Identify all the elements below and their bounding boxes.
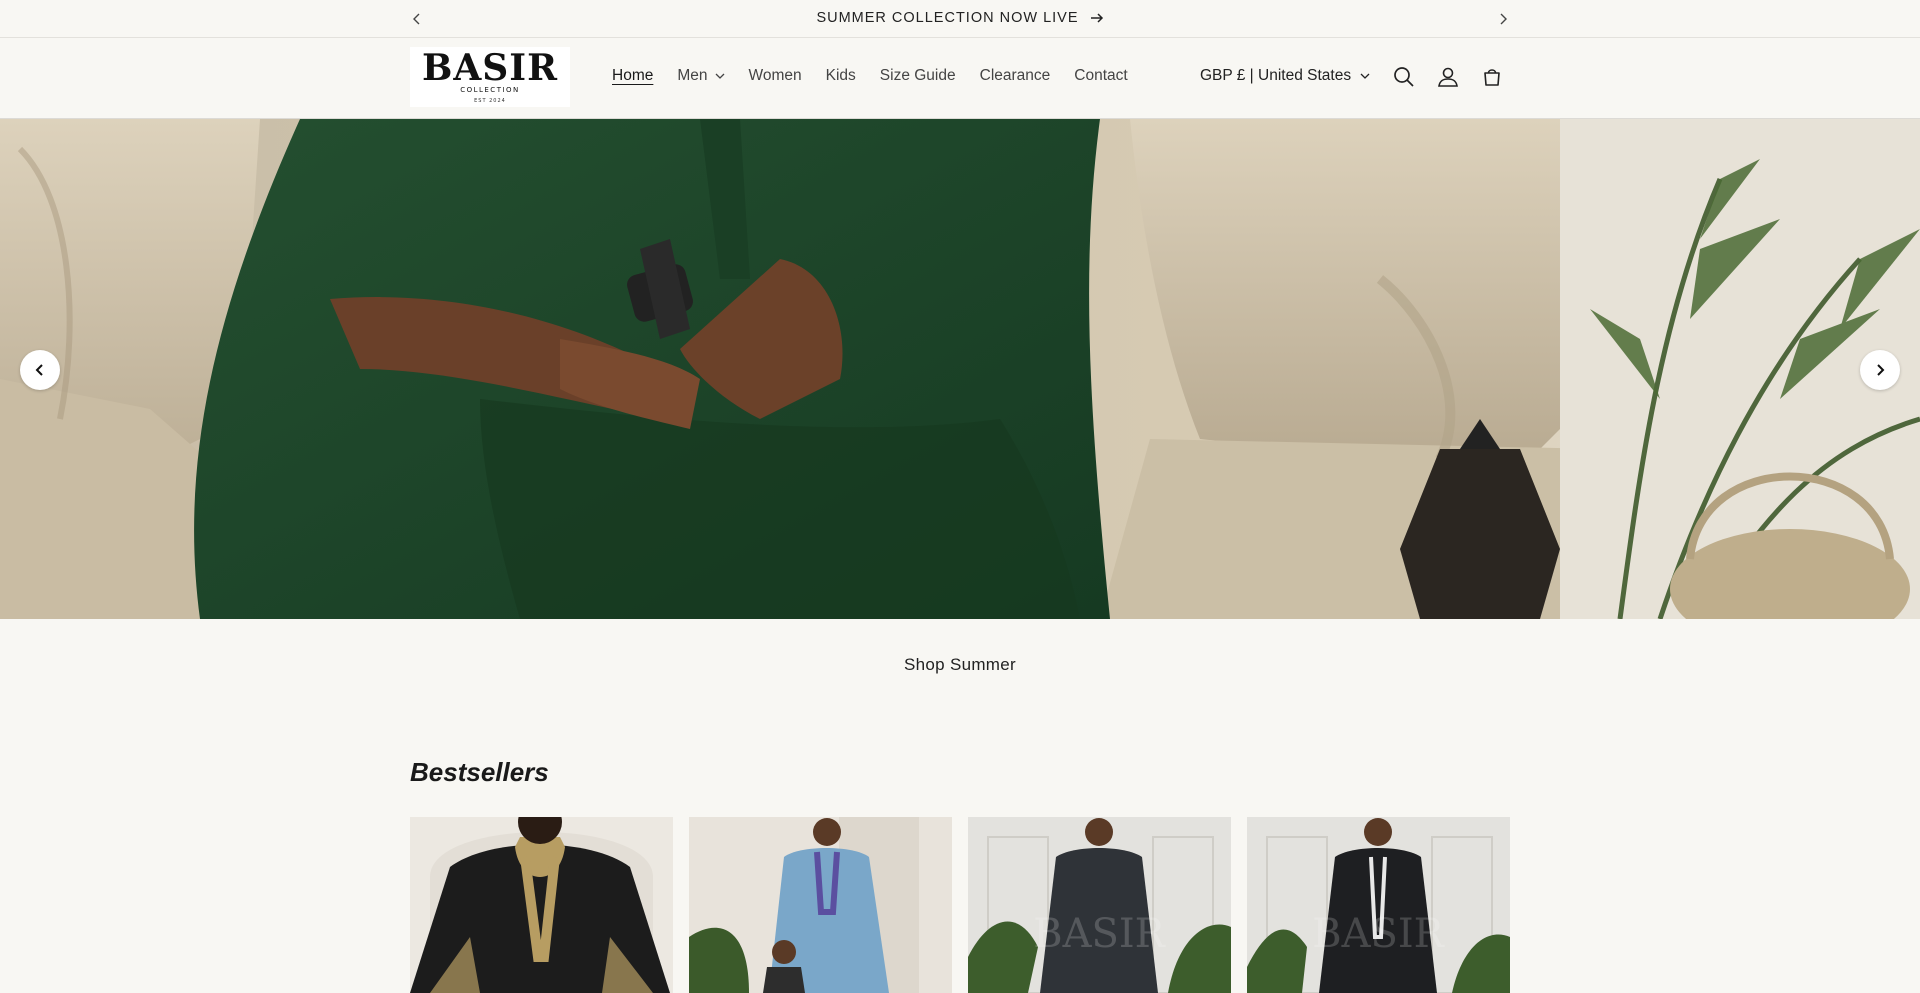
announcement-text: SUMMER COLLECTION NOW LIVE xyxy=(816,10,1079,27)
product-image xyxy=(689,817,952,993)
site-logo[interactable]: BASIR COLLECTION EST 2024 xyxy=(410,47,570,107)
watermark-logo: BASIR xyxy=(1312,911,1445,957)
nav-contact[interactable]: Contact xyxy=(1062,67,1139,85)
nav-label: Clearance xyxy=(979,67,1051,84)
logo-est: EST 2024 xyxy=(474,98,506,104)
cart-icon xyxy=(1484,69,1500,86)
product-card[interactable]: BASIR xyxy=(968,817,1231,993)
chevron-down-icon xyxy=(715,73,724,79)
nav-label: Kids xyxy=(825,67,856,84)
announcement-bar: SUMMER COLLECTION NOW LIVE xyxy=(0,0,1920,38)
announcement-next-button[interactable] xyxy=(1492,8,1514,30)
announcement-message[interactable]: SUMMER COLLECTION NOW LIVE xyxy=(0,10,1920,26)
bestsellers-title: Bestsellers xyxy=(410,757,549,787)
hero-image xyxy=(0,119,1920,619)
nav-men[interactable]: Men xyxy=(665,67,736,85)
watermark-logo: BASIR xyxy=(1033,911,1166,957)
currency-selector[interactable]: GBP £ | United States xyxy=(1200,67,1370,85)
main-nav: Home Men Women Kids Size Guide Clearance… xyxy=(600,67,1140,85)
cart-button[interactable] xyxy=(1478,63,1506,91)
product-card[interactable] xyxy=(689,817,952,993)
account-button[interactable] xyxy=(1434,63,1462,91)
nav-label: Contact xyxy=(1074,67,1128,84)
nav-kids[interactable]: Kids xyxy=(814,67,868,85)
hero-prev-button[interactable] xyxy=(20,350,60,390)
logo-wordmark: BASIR xyxy=(421,47,559,89)
chevron-left-icon xyxy=(35,364,43,376)
nav-clearance[interactable]: Clearance xyxy=(968,67,1063,85)
chevron-right-icon xyxy=(1877,364,1885,376)
nav-size-guide[interactable]: Size Guide xyxy=(868,67,968,85)
product-image xyxy=(410,817,673,993)
nav-label: Home xyxy=(612,67,654,84)
arrow-right-icon xyxy=(1090,13,1103,23)
nav-women[interactable]: Women xyxy=(737,67,814,85)
chevron-right-icon xyxy=(1500,13,1507,25)
nav-home[interactable]: Home xyxy=(600,67,665,85)
logo-subtitle: COLLECTION xyxy=(460,86,520,94)
hero-cta: Shop Summer xyxy=(0,655,1920,675)
search-button[interactable] xyxy=(1390,63,1418,91)
shop-summer-link[interactable]: Shop Summer xyxy=(904,655,1016,674)
nav-label: Men xyxy=(677,67,708,84)
account-icon xyxy=(1438,67,1458,87)
search-icon xyxy=(1394,67,1414,87)
site-header: BASIR COLLECTION EST 2024 Home Men Women… xyxy=(0,39,1920,119)
hero-slideshow xyxy=(0,119,1920,619)
hero-next-button[interactable] xyxy=(1860,350,1900,390)
chevron-down-icon xyxy=(1360,73,1370,79)
product-card[interactable] xyxy=(410,817,673,993)
nav-label: Women xyxy=(748,67,802,84)
product-image: BASIR xyxy=(1247,817,1510,993)
nav-label: Size Guide xyxy=(879,67,956,84)
product-image: BASIR xyxy=(968,817,1231,993)
product-card[interactable]: BASIR xyxy=(1247,817,1510,993)
currency-label: GBP £ | United States xyxy=(1200,67,1352,84)
